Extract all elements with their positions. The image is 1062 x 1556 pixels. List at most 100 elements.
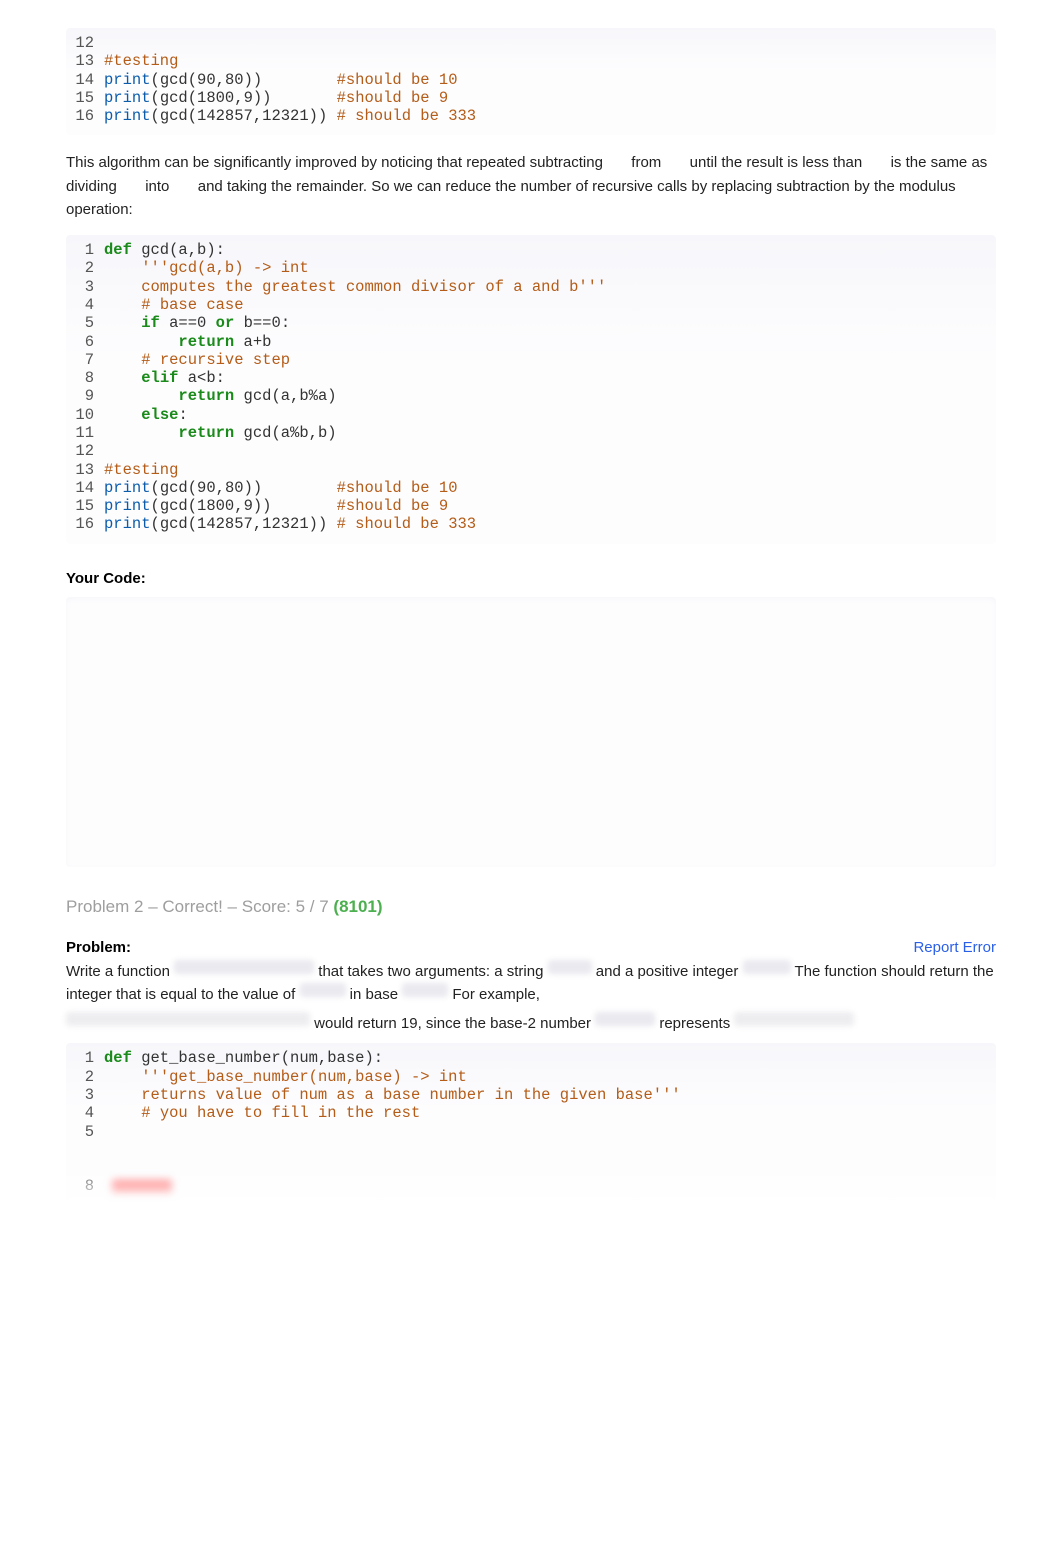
line-number: 13 <box>66 461 104 479</box>
code-line: 2 '''get_base_number(num,base) -> int <box>66 1068 996 1086</box>
line-number <box>66 1159 104 1177</box>
code-content <box>104 34 996 52</box>
code-content: print(gcd(1800,9)) #should be 9 <box>104 497 996 515</box>
code-line: 1def get_base_number(num,base): <box>66 1049 996 1067</box>
code-content: return gcd(a%b,b) <box>104 424 996 442</box>
code-line: 13#testing <box>66 461 996 479</box>
code-content: print(gcd(90,80)) #should be 10 <box>104 71 996 89</box>
code-content: # base case <box>104 296 996 314</box>
code-line: 8 elif a<b: <box>66 369 996 387</box>
ptext: represents <box>659 1015 730 1032</box>
line-number: 10 <box>66 406 104 424</box>
code-content: returns value of num as a base number in… <box>104 1086 996 1104</box>
line-number: 7 <box>66 351 104 369</box>
line-number: 15 <box>66 497 104 515</box>
code-content: '''get_base_number(num,base) -> int <box>104 1068 996 1086</box>
line-number: 15 <box>66 89 104 107</box>
code-line: 14print(gcd(90,80)) #should be 10 <box>66 479 996 497</box>
code-content: print(gcd(142857,12321)) # should be 333 <box>104 107 996 125</box>
redacted-text: x <box>734 1012 854 1026</box>
your-code-label: Your Code: <box>66 570 996 587</box>
problem-title: Problem 2 – Correct! – Score: 5 / 7 (810… <box>66 897 996 917</box>
code-line: 6 return a+b <box>66 333 996 351</box>
problem-title-text: Problem 2 – Correct! – Score: 5 / 7 <box>66 897 333 916</box>
code-line: 15print(gcd(1800,9)) #should be 9 <box>66 89 996 107</box>
code-content: '''gcd(a,b) -> int <box>104 259 996 277</box>
line-number: 1 <box>66 241 104 259</box>
ptext: in base <box>350 986 398 1003</box>
line-number: 8 <box>66 1177 104 1195</box>
code-line: 12 <box>66 442 996 460</box>
line-number: 5 <box>66 1123 104 1141</box>
ptext: that takes two arguments: a string <box>318 963 543 980</box>
line-number: 6 <box>66 333 104 351</box>
code-content: elif a<b: <box>104 369 996 387</box>
para-text: This algorithm can be significantly impr… <box>66 154 603 171</box>
redacted-text: x <box>300 983 346 997</box>
code-content <box>104 1159 996 1177</box>
code-line: 15print(gcd(1800,9)) #should be 9 <box>66 497 996 515</box>
code-content: #testing <box>104 52 996 70</box>
code-content: #testing <box>104 461 996 479</box>
line-number: 5 <box>66 314 104 332</box>
ptext: For example, <box>452 986 540 1003</box>
redacted-text: x <box>402 983 448 997</box>
line-number: 3 <box>66 278 104 296</box>
line-number: 2 <box>66 1068 104 1086</box>
code-line <box>66 1141 996 1159</box>
report-error-link[interactable]: Report Error <box>913 939 996 956</box>
code-block-1: 12 13#testing14print(gcd(90,80)) #should… <box>66 28 996 135</box>
code-line <box>66 1159 996 1177</box>
line-number: 9 <box>66 387 104 405</box>
code-content: # recursive step <box>104 351 996 369</box>
your-code-area[interactable] <box>66 597 996 867</box>
code-content: def gcd(a,b): <box>104 241 996 259</box>
code-content: else: <box>104 406 996 424</box>
line-number: 12 <box>66 34 104 52</box>
line-number: 13 <box>66 52 104 70</box>
problem-description-2: x would return 19, since the base-2 numb… <box>66 1012 996 1035</box>
line-number: 8 <box>66 369 104 387</box>
code-content: print(gcd(90,80)) #should be 10 <box>104 479 996 497</box>
code-content: return a+b <box>104 333 996 351</box>
code-line: 1def gcd(a,b): <box>66 241 996 259</box>
code-line: 5 if a==0 or b==0: <box>66 314 996 332</box>
code-line: 3 computes the greatest common divisor o… <box>66 278 996 296</box>
problem-id: (8101) <box>333 897 382 916</box>
code-line: 14print(gcd(90,80)) #should be 10 <box>66 71 996 89</box>
code-line: 3 returns value of num as a base number … <box>66 1086 996 1104</box>
code-content: # you have to fill in the rest <box>104 1104 996 1122</box>
redacted-text: x <box>66 1012 310 1026</box>
problem-description: Write a function x that takes two argume… <box>66 960 996 1007</box>
para-text: into <box>145 178 169 195</box>
code-line: 12 <box>66 34 996 52</box>
para-text: from <box>631 154 661 171</box>
line-number: 16 <box>66 107 104 125</box>
code-content <box>104 442 996 460</box>
code-content: return gcd(a,b%a) <box>104 387 996 405</box>
line-number: 12 <box>66 442 104 460</box>
code-line: 5 <box>66 1123 996 1141</box>
code-line: 13#testing <box>66 52 996 70</box>
ptext: and a positive integer <box>596 963 739 980</box>
code-line: 9 return gcd(a,b%a) <box>66 387 996 405</box>
line-number: 14 <box>66 71 104 89</box>
line-number: 4 <box>66 1104 104 1122</box>
code-content: def get_base_number(num,base): <box>104 1049 996 1067</box>
redacted-text: x <box>743 960 791 974</box>
redacted-text: x <box>548 960 592 974</box>
code-block-2: 1def gcd(a,b):2 '''gcd(a,b) -> int3 comp… <box>66 235 996 544</box>
code-line: 11 return gcd(a%b,b) <box>66 424 996 442</box>
line-number: 14 <box>66 479 104 497</box>
code-content: if a==0 or b==0: <box>104 314 996 332</box>
explanatory-paragraph: This algorithm can be significantly impr… <box>66 151 996 221</box>
line-number: 3 <box>66 1086 104 1104</box>
code-line: 4 # base case <box>66 296 996 314</box>
code-line: 2 '''gcd(a,b) -> int <box>66 259 996 277</box>
code-block-3: 1def get_base_number(num,base):2 '''get_… <box>66 1043 996 1205</box>
line-number: 1 <box>66 1049 104 1067</box>
code-content <box>104 1141 996 1159</box>
code-line: 16print(gcd(142857,12321)) # should be 3… <box>66 515 996 533</box>
line-number: 16 <box>66 515 104 533</box>
code-line: 7 # recursive step <box>66 351 996 369</box>
